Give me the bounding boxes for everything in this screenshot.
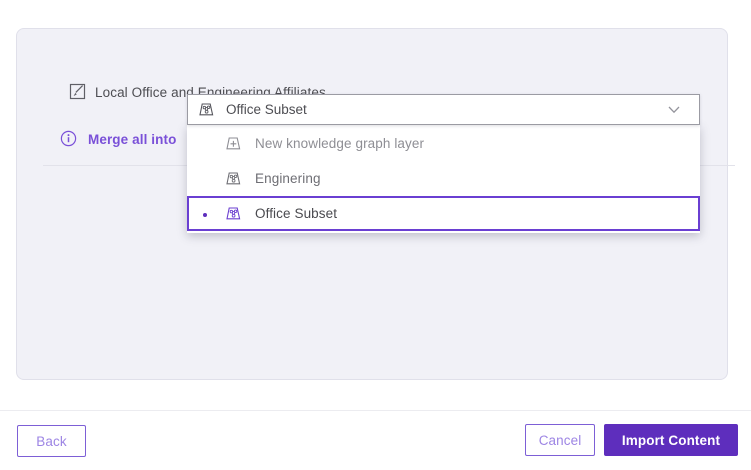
knowledge-graph-layer-icon [225,170,242,187]
knowledge-graph-layer-icon [198,101,215,118]
merge-all-into-label: Merge all into [88,132,176,147]
option-label: Enginering [255,171,321,186]
cancel-button[interactable]: Cancel [525,424,595,456]
option-new-knowledge-graph-layer[interactable]: New knowledge graph layer [187,126,700,161]
import-content-dialog: Local Office and Engineering Affiliates … [0,0,751,470]
select-value: Office Subset [226,102,307,117]
merge-target-select[interactable]: Office Subset [187,94,700,125]
chevron-down-icon [668,106,680,114]
option-office-subset-selected[interactable]: Office Subset [187,196,700,231]
back-button[interactable]: Back [17,425,86,457]
import-content-button[interactable]: Import Content [604,424,738,456]
option-label: New knowledge graph layer [255,136,424,151]
new-knowledge-graph-layer-icon [225,135,242,152]
merge-target-dropdown-list: New knowledge graph layer Enginering [187,125,700,233]
option-label: Office Subset [255,206,337,221]
info-icon[interactable] [60,130,77,147]
selected-dot [203,213,207,217]
footer-divider [0,410,751,411]
option-enginering[interactable]: Enginering [187,161,700,196]
edit-square-icon [69,83,86,100]
knowledge-graph-layer-icon [225,205,242,222]
